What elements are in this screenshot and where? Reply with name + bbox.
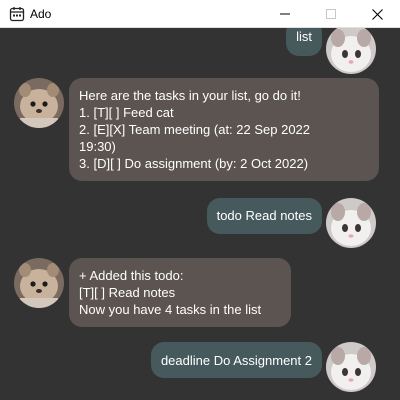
chat-scroll-pane[interactable]: list Here are the tasks in your list, go… [0,28,400,400]
bot-avatar [14,258,64,308]
user-message-bubble: deadline Do Assignment 2 [150,342,322,378]
user-message-bubble: todo Read notes [206,198,322,234]
maximize-button[interactable] [308,0,354,28]
close-icon [371,8,383,20]
calendar-icon [9,6,25,22]
bot-avatar [14,78,64,128]
user-avatar [326,28,376,74]
window-title: Ado [30,7,52,21]
minimize-icon [280,9,290,19]
bot-message-bubble: Here are the tasks in your list, go do i… [69,78,379,181]
user-message-bubble: list [286,28,322,56]
title-bar: Ado [0,0,400,28]
bot-message-bubble: + Added this todo: [T][ ] Read notes Now… [69,258,291,327]
minimize-button[interactable] [262,0,308,28]
close-button[interactable] [354,0,400,28]
user-avatar [326,198,376,248]
maximize-icon [326,9,336,19]
user-avatar [326,342,376,392]
